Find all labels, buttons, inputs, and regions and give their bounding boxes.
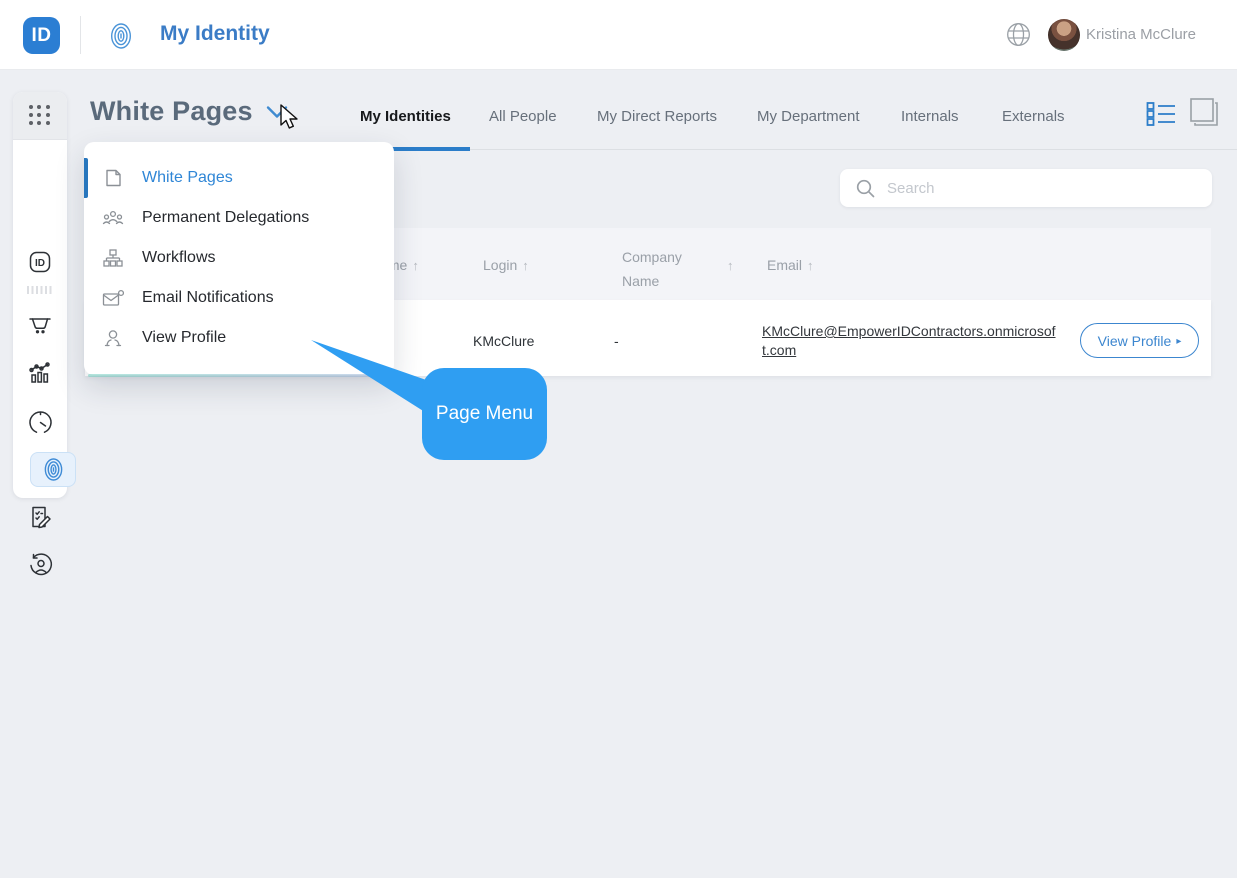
app-launcher-icon xyxy=(29,105,51,127)
sidebar-item-dashboard[interactable] xyxy=(13,402,67,442)
page-app-title: My Identity xyxy=(160,22,270,46)
top-header-bar: ID My Identity Kristina McClure xyxy=(0,0,1237,70)
card-view-icon xyxy=(1189,97,1219,128)
delegations-icon xyxy=(102,208,124,228)
cell-company-name: - xyxy=(614,333,619,349)
page-menu-callout: Page Menu xyxy=(422,368,547,460)
cell-email: KMcClure@EmpowerIDContractors.onmicrosof… xyxy=(762,322,1062,360)
globe-icon[interactable] xyxy=(1006,22,1031,47)
fingerprint-icon xyxy=(109,22,133,50)
sort-asc-icon[interactable]: ↑ xyxy=(412,258,419,273)
search-icon xyxy=(856,179,875,198)
svg-text:ID: ID xyxy=(35,258,45,269)
email-link[interactable]: KMcClure@EmpowerIDContractors.onmicrosof… xyxy=(762,322,1062,360)
page-menu-chevron-icon[interactable] xyxy=(266,105,288,120)
sidebar-item-tasks[interactable] xyxy=(13,497,67,537)
view-profile-button[interactable]: View Profile ▸ xyxy=(1080,323,1199,358)
shopping-cart-icon xyxy=(27,311,53,337)
tab-my-identities[interactable]: My Identities xyxy=(360,108,451,125)
column-header-email[interactable]: Email↑ xyxy=(767,257,814,273)
user-name[interactable]: Kristina McClure xyxy=(1086,26,1196,43)
analytics-chart-icon xyxy=(27,360,53,386)
search-bar xyxy=(840,169,1212,207)
sidebar-item-user-activity[interactable] xyxy=(13,545,67,585)
sidebar-item-analytics[interactable] xyxy=(13,353,67,393)
fingerprint-icon xyxy=(43,457,64,482)
empowerid-logo[interactable]: ID xyxy=(23,17,60,54)
tab-my-direct-reports[interactable]: My Direct Reports xyxy=(597,108,717,125)
user-avatar[interactable] xyxy=(1048,19,1080,51)
workflows-icon xyxy=(102,248,124,268)
sidebar-item-shopping-cart[interactable] xyxy=(13,304,67,344)
menu-item-email-notifications[interactable]: Email Notifications xyxy=(84,278,394,318)
page-menu-dropdown: White Pages Permanent Delegations xyxy=(84,142,394,375)
menu-item-white-pages[interactable]: White Pages xyxy=(84,158,394,198)
sidebar-item-id-badge[interactable]: ID xyxy=(13,242,67,282)
sort-asc-icon[interactable]: ↑ xyxy=(722,257,734,273)
divider-stripes-icon xyxy=(27,286,53,294)
white-pages-icon xyxy=(102,168,124,188)
email-notifications-icon xyxy=(102,289,124,308)
sidebar-item-my-identity[interactable] xyxy=(30,452,76,487)
list-view-icon xyxy=(1146,101,1176,127)
left-icon-sidebar: ID xyxy=(13,92,67,498)
tab-my-department[interactable]: My Department xyxy=(757,108,860,125)
card-view-toggle[interactable] xyxy=(1189,97,1219,128)
page-title: White Pages xyxy=(90,96,253,127)
view-profile-icon xyxy=(102,328,124,348)
sort-asc-icon[interactable]: ↑ xyxy=(522,258,529,273)
menu-item-permanent-delegations[interactable]: Permanent Delegations xyxy=(84,198,394,238)
id-badge-icon: ID xyxy=(27,249,53,275)
sidebar-section-divider xyxy=(13,280,67,300)
cell-login: KMcClure xyxy=(473,333,534,349)
my-identity-app: ID My Identity Kristina McClure xyxy=(0,0,1237,878)
search-input[interactable] xyxy=(887,180,1187,197)
column-header-login[interactable]: Login↑ xyxy=(483,257,529,273)
caret-right-icon: ▸ xyxy=(1176,336,1181,347)
sort-asc-icon[interactable]: ↑ xyxy=(807,258,814,273)
callout-label: Page Menu xyxy=(436,403,533,425)
app-launcher-button[interactable] xyxy=(13,92,67,140)
dashboard-gauge-icon xyxy=(27,409,54,436)
column-header-company-name[interactable]: Company Name xyxy=(622,245,700,293)
tasks-edit-icon xyxy=(27,504,53,530)
header-divider xyxy=(80,16,81,54)
menu-item-view-profile[interactable]: View Profile xyxy=(84,318,394,358)
menu-item-workflows[interactable]: Workflows xyxy=(84,238,394,278)
user-activity-icon xyxy=(27,552,54,579)
tab-all-people[interactable]: All People xyxy=(489,108,557,125)
list-view-toggle[interactable] xyxy=(1146,101,1176,127)
tab-externals[interactable]: Externals xyxy=(1002,108,1065,125)
tab-internals[interactable]: Internals xyxy=(901,108,959,125)
